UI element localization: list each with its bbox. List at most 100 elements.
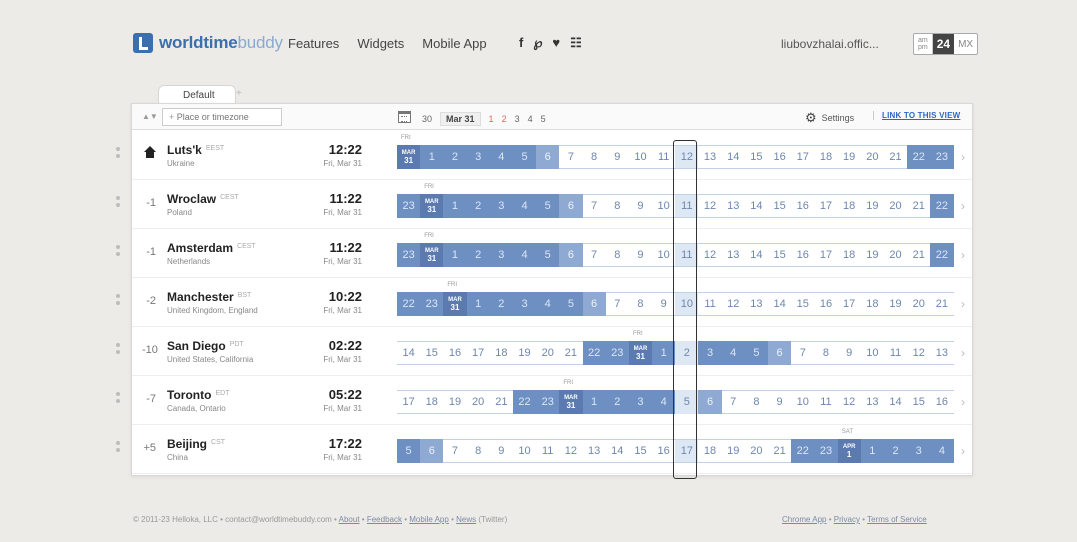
hour-cell[interactable]: 9 [628,194,653,218]
hour-cell[interactable]: 15 [768,243,792,267]
hour-cell[interactable]: 10 [652,243,676,267]
hour-cell[interactable]: 6 [559,243,583,267]
hour-cell[interactable]: 21 [559,341,583,365]
hour-cell[interactable]: 1 [443,243,467,267]
calendar-icon[interactable] [398,111,411,123]
hour-cell[interactable]: 16 [652,439,676,463]
hour-cell[interactable]: 8 [466,439,490,463]
hour-cell[interactable]: 2 [466,243,490,267]
drag-handle-icon[interactable] [115,390,121,406]
drag-handle-icon[interactable] [115,439,121,455]
hour-cell[interactable]: 9 [628,243,653,267]
hour-cell[interactable]: 5 [559,292,583,316]
hour-cell[interactable]: 20 [883,243,908,267]
hour-cell[interactable]: 7 [721,390,745,414]
twitter-icon[interactable]: ♥ [552,35,560,51]
city-name[interactable]: Manchester BST [167,290,251,304]
city-name[interactable]: Toronto EDT [167,388,229,402]
date-item[interactable]: 4 [528,114,533,124]
hour-cell[interactable]: 18 [837,243,861,267]
hour-cell[interactable]: 20 [907,292,931,316]
hour-cell[interactable]: 20 [744,439,768,463]
settings-button[interactable]: ⚙ Settings [805,110,854,126]
hour-cell[interactable]: 8 [744,390,768,414]
city-name[interactable]: Wroclaw CEST [167,192,239,206]
drag-handle-icon[interactable] [115,243,121,259]
hour-cell[interactable]: 17 [466,341,490,365]
city-name[interactable]: San Diego PDT [167,339,244,353]
footer-news[interactable]: News [456,515,476,524]
hour-cell[interactable]: 19 [883,292,908,316]
date-item[interactable]: 1 [489,114,494,124]
hour-cell[interactable]: 9 [605,145,629,169]
hour-cell[interactable]: 14 [721,145,745,169]
hour-cell[interactable]: 12 [907,341,931,365]
drag-handle-icon[interactable] [115,292,121,308]
hour-cell[interactable]: 21 [907,243,931,267]
hour-cell[interactable]: 17 [814,243,838,267]
search-box[interactable]: + [162,108,282,126]
time-selector-column[interactable] [673,140,698,479]
hour-cell[interactable]: 22 [582,341,606,365]
hour-cell[interactable]: 22 [512,390,537,414]
timezone-row[interactable]: +5 Beijing CST China 17:22 Fri, Mar 31 5 6 7 8 9 10… [116,425,972,474]
hour-cell[interactable]: 16 [768,145,792,169]
hour-cell-date[interactable]: MAR 31 [397,145,421,169]
hour-cell[interactable]: 9 [768,390,792,414]
hour-cell[interactable]: 8 [605,243,629,267]
drag-handle-icon[interactable] [115,145,121,161]
hour-cell-date[interactable]: APR 1 [837,439,861,463]
hour-cell[interactable]: 21 [489,390,513,414]
footer-about[interactable]: About [339,515,360,524]
hour-cell[interactable]: 14 [883,390,908,414]
vk-icon[interactable]: ☷ [570,35,582,51]
hour-cell[interactable]: 13 [860,390,884,414]
hour-cell[interactable]: 18 [837,194,861,218]
hour-cell[interactable]: 5 [536,194,560,218]
hour-cell[interactable]: 1 [582,390,606,414]
hour-cell[interactable]: 10 [628,145,653,169]
hour-cell[interactable]: 11 [883,341,908,365]
hour-cell[interactable]: 10 [791,390,815,414]
hour-cell[interactable]: 18 [860,292,884,316]
hour-cell[interactable]: 18 [814,145,838,169]
hour-cell[interactable]: 15 [907,390,931,414]
hour-cell[interactable]: 10 [652,194,676,218]
hour-cell[interactable]: 7 [791,341,815,365]
hour-cell[interactable]: 23 [397,243,421,267]
hour-cell[interactable]: 15 [791,292,815,316]
hour-cell[interactable]: 19 [512,341,537,365]
drag-handle-icon[interactable] [115,194,121,210]
hour-cell[interactable]: 4 [536,292,560,316]
hour-cell[interactable]: 12 [559,439,583,463]
hour-cell[interactable]: 5 [397,439,421,463]
hour-cell[interactable]: 14 [397,341,421,365]
hour-cell[interactable]: 13 [744,292,768,316]
hour-cell[interactable]: 13 [582,439,606,463]
hour-cell[interactable]: 7 [443,439,467,463]
hour-cell[interactable]: 5 [536,243,560,267]
facebook-icon[interactable]: f [519,35,523,51]
chevron-right-icon[interactable]: › [961,150,965,164]
hour-cell[interactable]: 13 [930,341,954,365]
hour-cell[interactable]: 16 [791,243,815,267]
hour-cell[interactable]: 4 [512,243,537,267]
hour-cell[interactable]: 21 [768,439,792,463]
hour-cell[interactable]: 12 [698,194,722,218]
chevron-right-icon[interactable]: › [961,297,965,311]
hour-cell[interactable]: 13 [721,194,745,218]
hour-cell[interactable]: 22 [930,194,954,218]
hour-cell[interactable]: 23 [605,341,629,365]
timezone-row[interactable]: -1 Wroclaw CEST Poland 11:22 Fri, Mar 31 23 MAR… [116,180,972,229]
hour-cell[interactable]: 18 [420,390,444,414]
hour-cell[interactable]: 14 [744,194,768,218]
hour-cell-date[interactable]: MAR 31 [628,341,653,365]
hour-cell[interactable]: 12 [721,292,745,316]
hour-cell[interactable]: 20 [860,145,884,169]
hour-cell[interactable]: 12 [698,243,722,267]
hour-cell[interactable]: 2 [605,390,629,414]
format-ampm[interactable]: am pm [914,34,933,54]
hour-cell[interactable]: 21 [930,292,954,316]
nav-features[interactable]: Features [288,36,339,51]
nav-widgets[interactable]: Widgets [357,36,404,51]
